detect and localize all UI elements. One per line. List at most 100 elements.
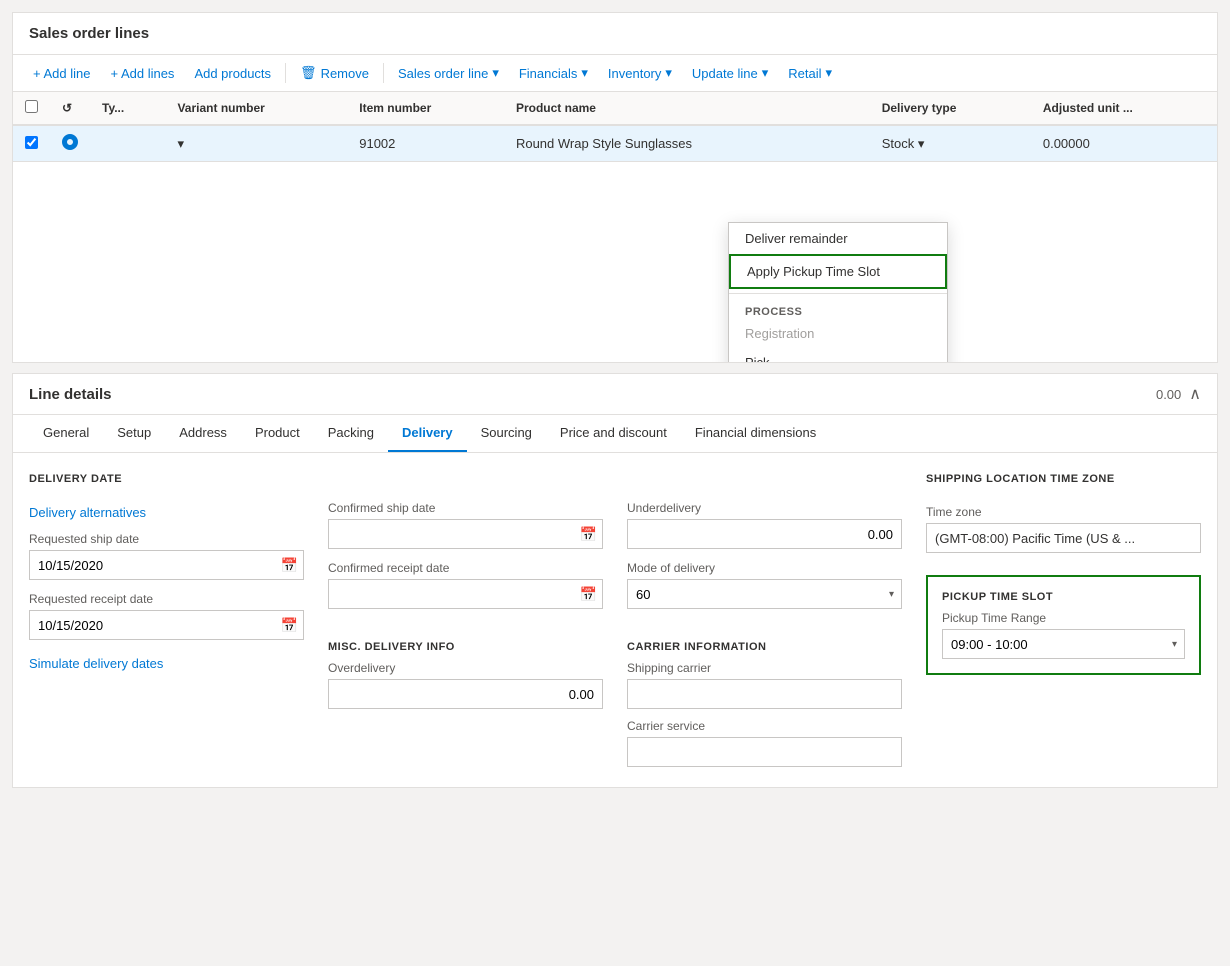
requested-receipt-date-label: Requested receipt date <box>29 592 304 606</box>
carrier-service-label: Carrier service <box>627 719 902 733</box>
financials-label: Financials <box>519 66 578 81</box>
delivery-date-column: DELIVERY DATE Delivery alternatives Requ… <box>29 473 304 767</box>
toolbar-separator <box>285 63 286 83</box>
row-variant-number: ▾ <box>165 125 347 162</box>
row-empty <box>831 125 870 162</box>
add-lines-label: + Add lines <box>110 66 174 81</box>
line-details-tabs: General Setup Address Product Packing De… <box>13 415 1217 453</box>
tab-setup[interactable]: Setup <box>103 415 165 452</box>
simulate-delivery-dates-link[interactable]: Simulate delivery dates <box>29 656 304 671</box>
add-line-label: + Add line <box>33 66 90 81</box>
confirmed-ship-date-field: Confirmed ship date 📅 <box>328 501 603 549</box>
col-empty <box>831 92 870 125</box>
misc-delivery-section: MISC. DELIVERY INFO Overdelivery <box>328 641 603 709</box>
collapse-button[interactable]: ∧ <box>1189 384 1201 404</box>
retail-button[interactable]: Retail ▾ <box>780 61 840 85</box>
carrier-column: Underdelivery Mode of delivery 60 ▾ <box>627 473 902 767</box>
row-item-number: 91002 <box>347 125 504 162</box>
requested-ship-date-label: Requested ship date <box>29 532 304 546</box>
dropdown-pick[interactable]: Pick <box>729 347 947 362</box>
mode-of-delivery-wrapper: 60 ▾ <box>627 579 902 609</box>
sales-order-line-button[interactable]: Sales order line ▾ <box>390 61 507 85</box>
refresh-icon: ↺ <box>62 101 72 115</box>
underdelivery-field: Underdelivery <box>627 501 902 549</box>
overdelivery-input[interactable] <box>328 679 603 709</box>
delivery-type-chevron: ▾ <box>918 136 925 151</box>
timezone-value: (GMT-08:00) Pacific Time (US & ... <box>926 523 1201 553</box>
update-line-dropdown: Deliver remainder Apply Pickup Time Slot… <box>728 222 948 362</box>
shipping-carrier-label: Shipping carrier <box>627 661 902 675</box>
sales-order-toolbar: + Add line + Add lines Add products 🗑 Re… <box>13 55 1217 92</box>
tab-delivery[interactable]: Delivery <box>388 415 467 452</box>
sales-order-table: ↺ Ty... Variant number Item number Produ… <box>13 92 1217 162</box>
shipping-carrier-field: Shipping carrier <box>627 661 902 709</box>
remove-button[interactable]: 🗑 Remove <box>292 61 377 85</box>
table-row[interactable]: ▾ 91002 Round Wrap Style Sunglasses Stoc… <box>13 125 1217 162</box>
delivery-form: DELIVERY DATE Delivery alternatives Requ… <box>13 453 1217 787</box>
confirmed-ship-date-input[interactable] <box>328 519 603 549</box>
pickup-time-range-select[interactable]: 09:00 - 10:00 <box>942 629 1185 659</box>
tab-price-discount[interactable]: Price and discount <box>546 415 681 452</box>
requested-ship-date-input[interactable] <box>29 550 304 580</box>
add-products-label: Add products <box>194 66 271 81</box>
table-empty-area <box>13 162 1217 362</box>
add-lines-button[interactable]: + Add lines <box>102 62 182 85</box>
shipping-location-column: SHIPPING LOCATION TIME ZONE Time zone (G… <box>926 473 1201 767</box>
row-checkbox[interactable] <box>13 125 50 162</box>
row-radio[interactable] <box>50 125 90 162</box>
timezone-label: Time zone <box>926 505 1201 519</box>
tab-general[interactable]: General <box>29 415 103 452</box>
carrier-service-input[interactable] <box>627 737 902 767</box>
misc-delivery-title: MISC. DELIVERY INFO <box>328 641 603 653</box>
underdelivery-input[interactable] <box>627 519 902 549</box>
tab-packing[interactable]: Packing <box>314 415 388 452</box>
confirmed-receipt-date-input[interactable] <box>328 579 603 609</box>
col-variant: Variant number <box>165 92 347 125</box>
col-delivery-type: Delivery type <box>870 92 1031 125</box>
line-details-title: Line details <box>29 386 112 403</box>
tab-product[interactable]: Product <box>241 415 314 452</box>
radio-circle <box>62 134 78 150</box>
carrier-service-field: Carrier service <box>627 719 902 767</box>
pickup-time-range-field: Pickup Time Range 09:00 - 10:00 ▾ <box>942 611 1185 659</box>
inventory-button[interactable]: Inventory ▾ <box>600 61 680 85</box>
sales-order-lines-title: Sales order lines <box>13 13 1217 55</box>
line-details-panel: Line details 0.00 ∧ General Setup Addres… <box>12 373 1218 788</box>
remove-label: Remove <box>321 66 369 81</box>
dropdown-deliver-remainder[interactable]: Deliver remainder <box>729 223 947 254</box>
mode-of-delivery-select[interactable]: 60 <box>627 579 902 609</box>
financials-button[interactable]: Financials ▾ <box>511 61 596 85</box>
col-product-name: Product name <box>504 92 831 125</box>
requested-receipt-date-input[interactable] <box>29 610 304 640</box>
col-adjusted-unit: Adjusted unit ... <box>1031 92 1217 125</box>
line-details-meta: 0.00 ∧ <box>1156 384 1201 404</box>
line-details-header: Line details 0.00 ∧ <box>13 374 1217 415</box>
underdelivery-label: Underdelivery <box>627 501 902 515</box>
calendar-icon-1: 📅 <box>281 557 298 574</box>
carrier-info-title: CARRIER INFORMATION <box>627 641 902 653</box>
select-all-checkbox[interactable] <box>25 100 38 113</box>
delivery-date-section-title: DELIVERY DATE <box>29 473 304 485</box>
confirmed-dates-column: Confirmed ship date 📅 Confirmed receipt … <box>328 473 603 767</box>
calendar-icon-3: 📅 <box>580 526 597 543</box>
timezone-field: Time zone (GMT-08:00) Pacific Time (US &… <box>926 505 1201 553</box>
pickup-time-slot-box: PICKUP TIME SLOT Pickup Time Range 09:00… <box>926 575 1201 675</box>
tab-sourcing[interactable]: Sourcing <box>467 415 546 452</box>
tab-financial-dimensions[interactable]: Financial dimensions <box>681 415 830 452</box>
update-line-button[interactable]: Update line ▾ <box>684 61 776 85</box>
chevron-down-icon: ▾ <box>492 65 499 81</box>
row-adjusted-unit: 0.00000 <box>1031 125 1217 162</box>
delivery-alternatives-link[interactable]: Delivery alternatives <box>29 505 304 520</box>
requested-ship-date-field: Requested ship date 📅 <box>29 532 304 580</box>
add-products-button[interactable]: Add products <box>186 62 279 85</box>
pickup-time-slot-title: PICKUP TIME SLOT <box>942 591 1185 603</box>
add-line-button[interactable]: + Add line <box>25 62 98 85</box>
retail-label: Retail <box>788 66 821 81</box>
confirmed-receipt-date-wrapper: 📅 <box>328 579 603 609</box>
row-ty <box>90 125 165 162</box>
confirmed-receipt-date-label: Confirmed receipt date <box>328 561 603 575</box>
col-item-number: Item number <box>347 92 504 125</box>
tab-address[interactable]: Address <box>165 415 241 452</box>
shipping-carrier-input[interactable] <box>627 679 902 709</box>
dropdown-apply-pickup[interactable]: Apply Pickup Time Slot <box>729 254 947 289</box>
